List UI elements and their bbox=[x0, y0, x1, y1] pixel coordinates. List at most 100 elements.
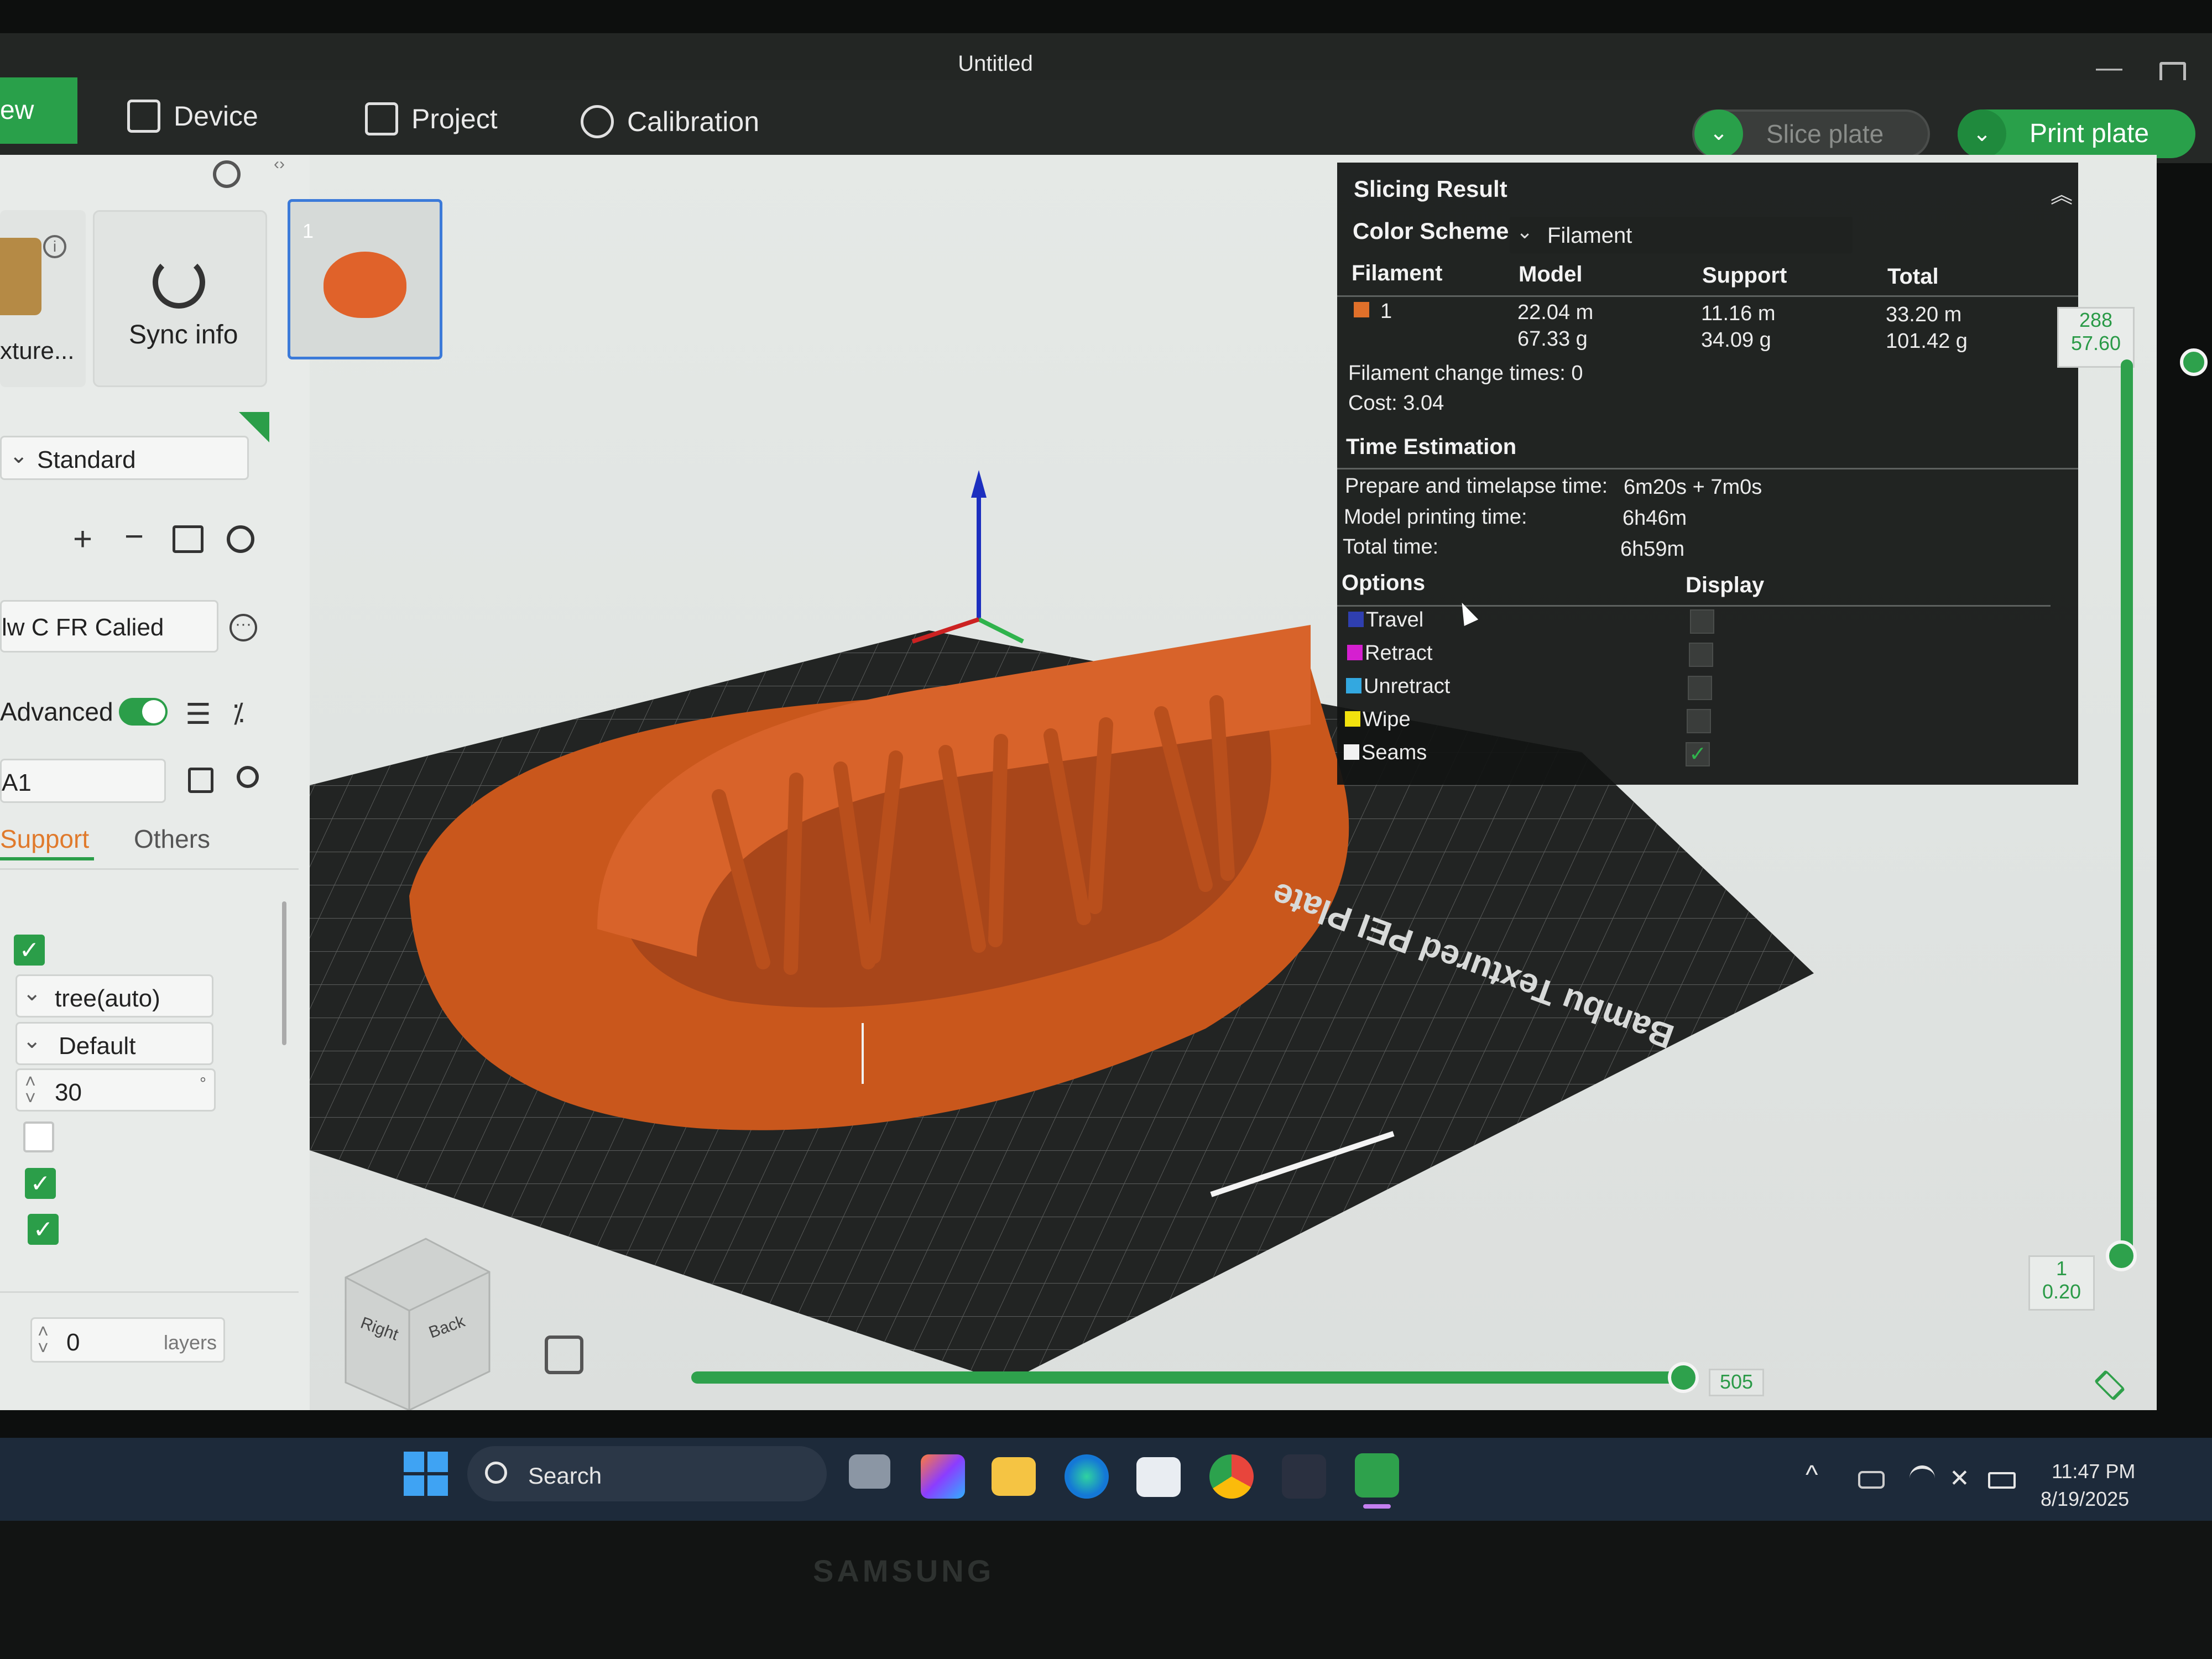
start-pane bbox=[427, 1452, 448, 1472]
more-options-icon[interactable]: ··· bbox=[229, 614, 257, 641]
seams-display-checkbox[interactable]: ✓ bbox=[1686, 742, 1710, 766]
support-type-select[interactable]: ⌄ tree(auto) bbox=[15, 974, 213, 1018]
filament-color-swatch bbox=[1354, 302, 1369, 317]
layers-stepper[interactable]: ˄ ˅ 0 layers bbox=[30, 1317, 225, 1363]
tab-support[interactable]: Support bbox=[0, 824, 94, 860]
toggle-knob bbox=[142, 700, 165, 723]
start-icon[interactable] bbox=[404, 1452, 448, 1496]
tab-support-label: Support bbox=[0, 825, 90, 853]
tab-device[interactable]: Device bbox=[127, 83, 258, 149]
threshold-angle-stepper[interactable]: ˄ ˅ 30 ° bbox=[15, 1068, 216, 1112]
collapse-icon[interactable]: ︽ bbox=[2051, 177, 2073, 209]
info-icon[interactable]: i bbox=[43, 235, 66, 258]
option-checkbox-2[interactable]: ✓ bbox=[25, 1168, 56, 1199]
stepper-icon[interactable]: ˄ ˅ bbox=[25, 1072, 36, 1108]
advanced-toggle[interactable] bbox=[119, 698, 168, 726]
file-explorer-icon[interactable] bbox=[992, 1457, 1036, 1496]
copilot-icon[interactable] bbox=[921, 1454, 965, 1499]
edge-icon[interactable] bbox=[1065, 1454, 1109, 1499]
calibration-icon bbox=[581, 105, 614, 138]
list-icon[interactable]: ☰ bbox=[185, 698, 211, 731]
tab-preview[interactable]: ew bbox=[0, 77, 77, 144]
unretract-display-checkbox[interactable] bbox=[1688, 676, 1712, 700]
bottom-layer-height: 0.20 bbox=[2042, 1280, 2081, 1303]
plate-thumbnail[interactable]: 1 bbox=[288, 199, 442, 359]
chevron-down-icon: ⌄ bbox=[1516, 220, 1533, 243]
add-icon[interactable]: + bbox=[73, 520, 92, 558]
tab-others[interactable]: Others bbox=[134, 824, 210, 854]
sync-info-button[interactable]: Sync info bbox=[93, 210, 267, 387]
texture-swatch bbox=[0, 238, 41, 315]
app-icon[interactable] bbox=[1282, 1454, 1326, 1499]
move-slider-value: 505 bbox=[1709, 1369, 1764, 1396]
support-style-select[interactable]: ⌄ Default bbox=[15, 1022, 213, 1065]
view-cube[interactable]: Right Back bbox=[345, 1238, 491, 1410]
process-search-field[interactable]: A1 bbox=[0, 759, 166, 803]
col-support: Support bbox=[1702, 263, 1787, 288]
mute-icon[interactable]: ✕ bbox=[1949, 1464, 1970, 1493]
filament-sync-icon[interactable] bbox=[173, 525, 204, 553]
layer-slider-bottom-handle[interactable] bbox=[2106, 1240, 2137, 1271]
gear-icon[interactable] bbox=[227, 525, 254, 553]
bottom-layer-label: 1 0.20 bbox=[2028, 1255, 2095, 1311]
chevron-down-icon[interactable]: ⌄ bbox=[1958, 109, 2006, 158]
taskbar-search[interactable]: Search bbox=[467, 1446, 827, 1501]
option-checkbox-3[interactable]: ✓ bbox=[28, 1214, 59, 1245]
store-icon[interactable] bbox=[1136, 1457, 1181, 1497]
bambu-studio-icon[interactable] bbox=[1355, 1453, 1399, 1498]
stepper-icon[interactable]: ˄ ˅ bbox=[38, 1322, 49, 1358]
remove-icon[interactable]: − bbox=[124, 517, 144, 555]
start-pane bbox=[427, 1475, 448, 1496]
top-layer-number: 288 bbox=[2079, 309, 2113, 331]
retract-swatch bbox=[1347, 645, 1363, 660]
retract-display-checkbox[interactable] bbox=[1689, 643, 1713, 667]
enable-support-checkbox[interactable]: ✓ bbox=[14, 935, 45, 966]
option-checkbox[interactable] bbox=[23, 1121, 54, 1152]
chrome-icon[interactable] bbox=[1209, 1454, 1254, 1499]
preset-select[interactable]: ⌄ Standard bbox=[0, 436, 249, 480]
save-icon[interactable] bbox=[188, 768, 213, 793]
clock-time[interactable]: 11:47 PM bbox=[2052, 1460, 2135, 1483]
move-slider-track[interactable] bbox=[691, 1371, 1687, 1384]
wifi-icon[interactable] bbox=[1910, 1465, 1935, 1491]
filament-select[interactable]: lw C FR Calied bbox=[0, 600, 218, 653]
gear-icon[interactable] bbox=[213, 160, 241, 188]
filament-change-times: Filament change times: 0 bbox=[1348, 362, 1583, 385]
chevron-down-icon[interactable]: ⌄ bbox=[1694, 109, 1743, 158]
unretract-swatch bbox=[1346, 678, 1361, 693]
texture-label: xture... bbox=[0, 337, 75, 364]
wipe-display-checkbox[interactable] bbox=[1687, 709, 1711, 733]
tab-project[interactable]: Project bbox=[365, 86, 498, 152]
travel-swatch bbox=[1348, 612, 1364, 627]
layer-slider-track[interactable] bbox=[2121, 359, 2133, 1261]
chevron-down-icon: ⌄ bbox=[23, 981, 41, 1005]
network-off-icon[interactable] bbox=[1858, 1471, 1885, 1489]
chevron-up-icon[interactable]: ^ bbox=[1806, 1460, 1818, 1490]
active-tab-underline bbox=[0, 857, 94, 860]
task-view-icon[interactable] bbox=[849, 1454, 890, 1489]
clock-date[interactable]: 8/19/2025 bbox=[2041, 1488, 2129, 1511]
plate-number: 1 bbox=[302, 220, 314, 242]
display-label: Display bbox=[1686, 573, 1765, 597]
option-retract: Retract bbox=[1365, 641, 1433, 665]
compare-icon[interactable]: ⁒ bbox=[232, 698, 244, 729]
search-icon[interactable] bbox=[237, 766, 259, 788]
color-scheme-label: Color Scheme bbox=[1353, 218, 1509, 244]
fit-view-icon[interactable] bbox=[545, 1335, 583, 1374]
layer-slider-top-handle[interactable] bbox=[2180, 348, 2208, 376]
battery-icon[interactable] bbox=[1988, 1472, 2016, 1489]
texture-card[interactable]: i xture... bbox=[0, 210, 86, 387]
prepare-time-value: 6m20s + 7m0s bbox=[1624, 476, 1762, 499]
minimize-icon[interactable]: — bbox=[2096, 53, 2122, 83]
print-plate-button[interactable]: ⌄ Print plate bbox=[1958, 109, 2195, 158]
collapse-handle-icon[interactable]: ‹› bbox=[274, 155, 285, 174]
color-scheme-select[interactable]: ⌄ Filament bbox=[1510, 217, 1853, 253]
move-slider-handle[interactable] bbox=[1668, 1362, 1699, 1393]
tab-calibration[interactable]: Calibration bbox=[581, 88, 759, 155]
total-weight: 101.42 g bbox=[1886, 330, 1968, 353]
slice-plate-button[interactable]: ⌄ Slice plate bbox=[1692, 109, 1930, 158]
tab-calibration-label: Calibration bbox=[627, 106, 760, 137]
sidebar-scrollbar[interactable] bbox=[282, 901, 286, 1045]
divider bbox=[0, 1291, 299, 1293]
travel-display-checkbox[interactable] bbox=[1690, 609, 1714, 634]
